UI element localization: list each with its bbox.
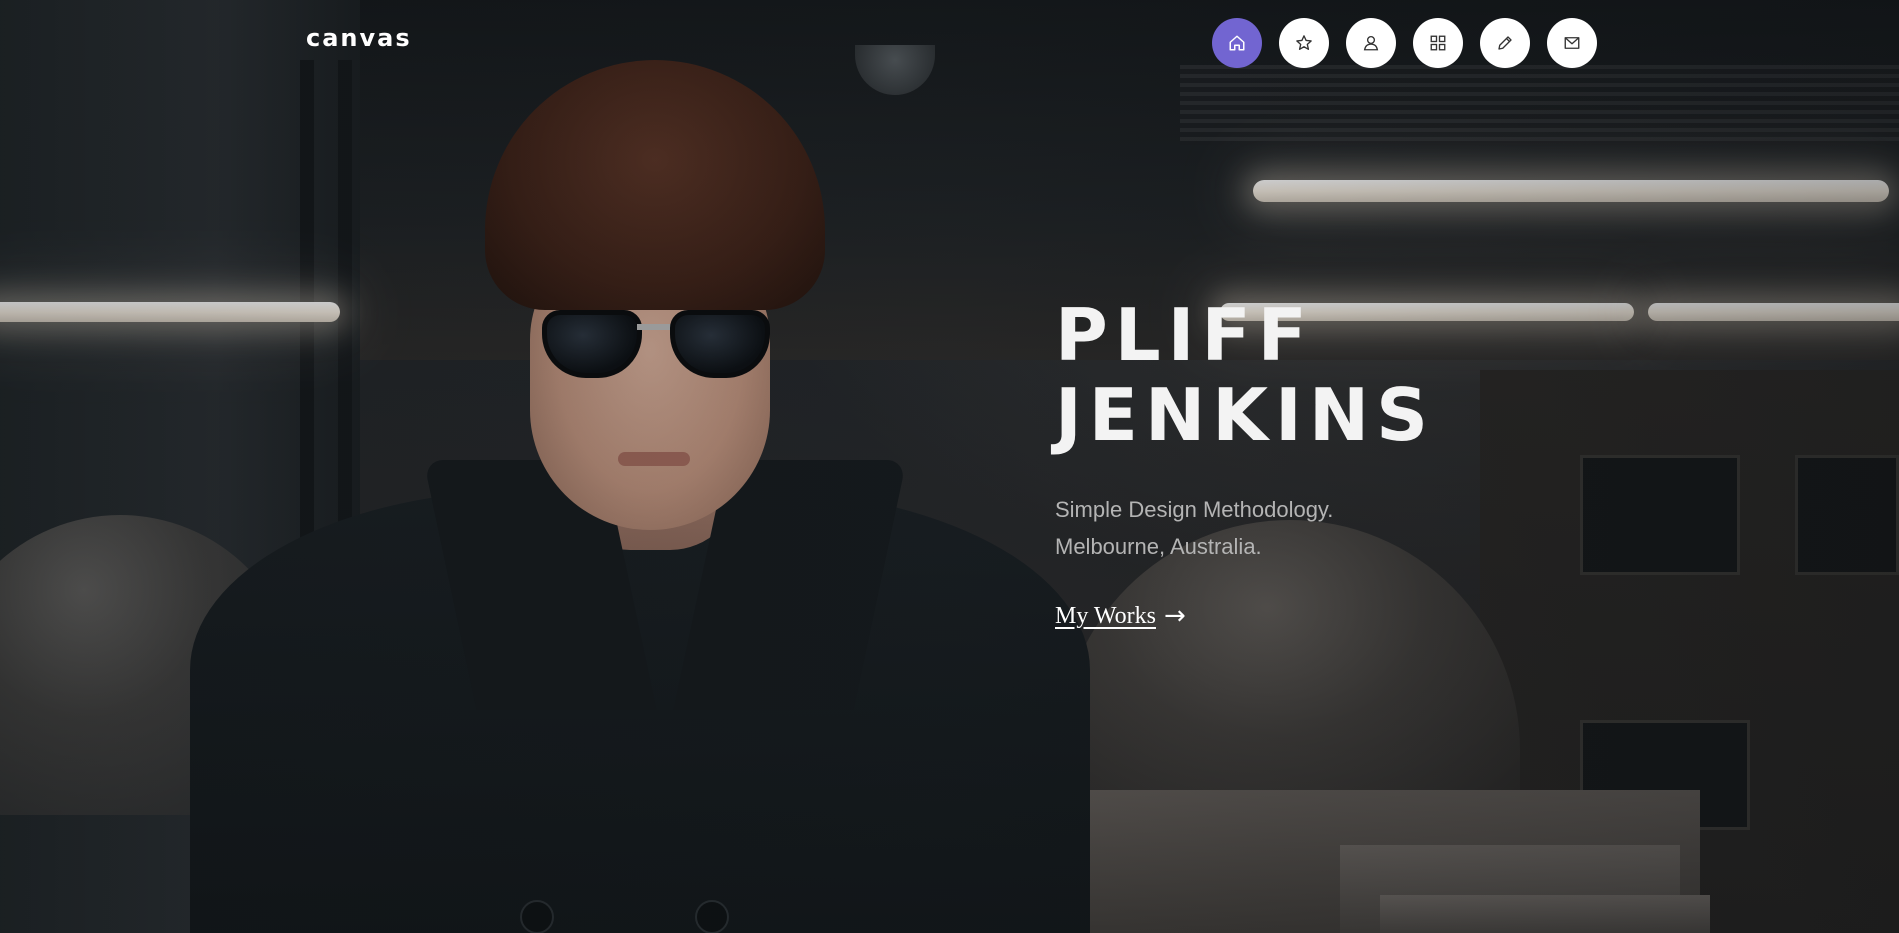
- home-icon: [1229, 35, 1245, 51]
- hero-heading: PLIFF JENKINS: [1055, 295, 1655, 455]
- nav-profile-button[interactable]: [1346, 18, 1396, 68]
- site-logo[interactable]: canvas: [306, 24, 412, 52]
- tagline-line2: Melbourne, Australia.: [1055, 534, 1262, 559]
- nav-favorites-button[interactable]: [1279, 18, 1329, 68]
- nav-blog-button[interactable]: [1480, 18, 1530, 68]
- hero-section: canvas PLIFF JENKINS Simple Design Metho…: [0, 0, 1899, 933]
- arrow-right-icon: →: [1163, 601, 1186, 631]
- mail-icon: [1564, 37, 1580, 49]
- hero-heading-line1: PLIFF: [1055, 293, 1314, 377]
- nav-portfolio-button[interactable]: [1413, 18, 1463, 68]
- hero-heading-line2: JENKINS: [1055, 373, 1435, 457]
- tagline-line1: Simple Design Methodology.: [1055, 497, 1334, 522]
- my-works-link[interactable]: My Works →: [1055, 601, 1186, 631]
- my-works-label: My Works: [1055, 602, 1156, 629]
- nav-home-button[interactable]: [1212, 18, 1262, 68]
- pencil-icon: [1498, 36, 1512, 50]
- nav-contact-button[interactable]: [1547, 18, 1597, 68]
- hero-text-block: PLIFF JENKINS Simple Design Methodology.…: [1055, 295, 1655, 631]
- star-icon: [1296, 35, 1312, 50]
- grid-icon: [1430, 35, 1446, 51]
- user-icon: [1363, 35, 1379, 51]
- icon-navigation: [1212, 18, 1597, 68]
- hero-tagline: Simple Design Methodology. Melbourne, Au…: [1055, 491, 1655, 565]
